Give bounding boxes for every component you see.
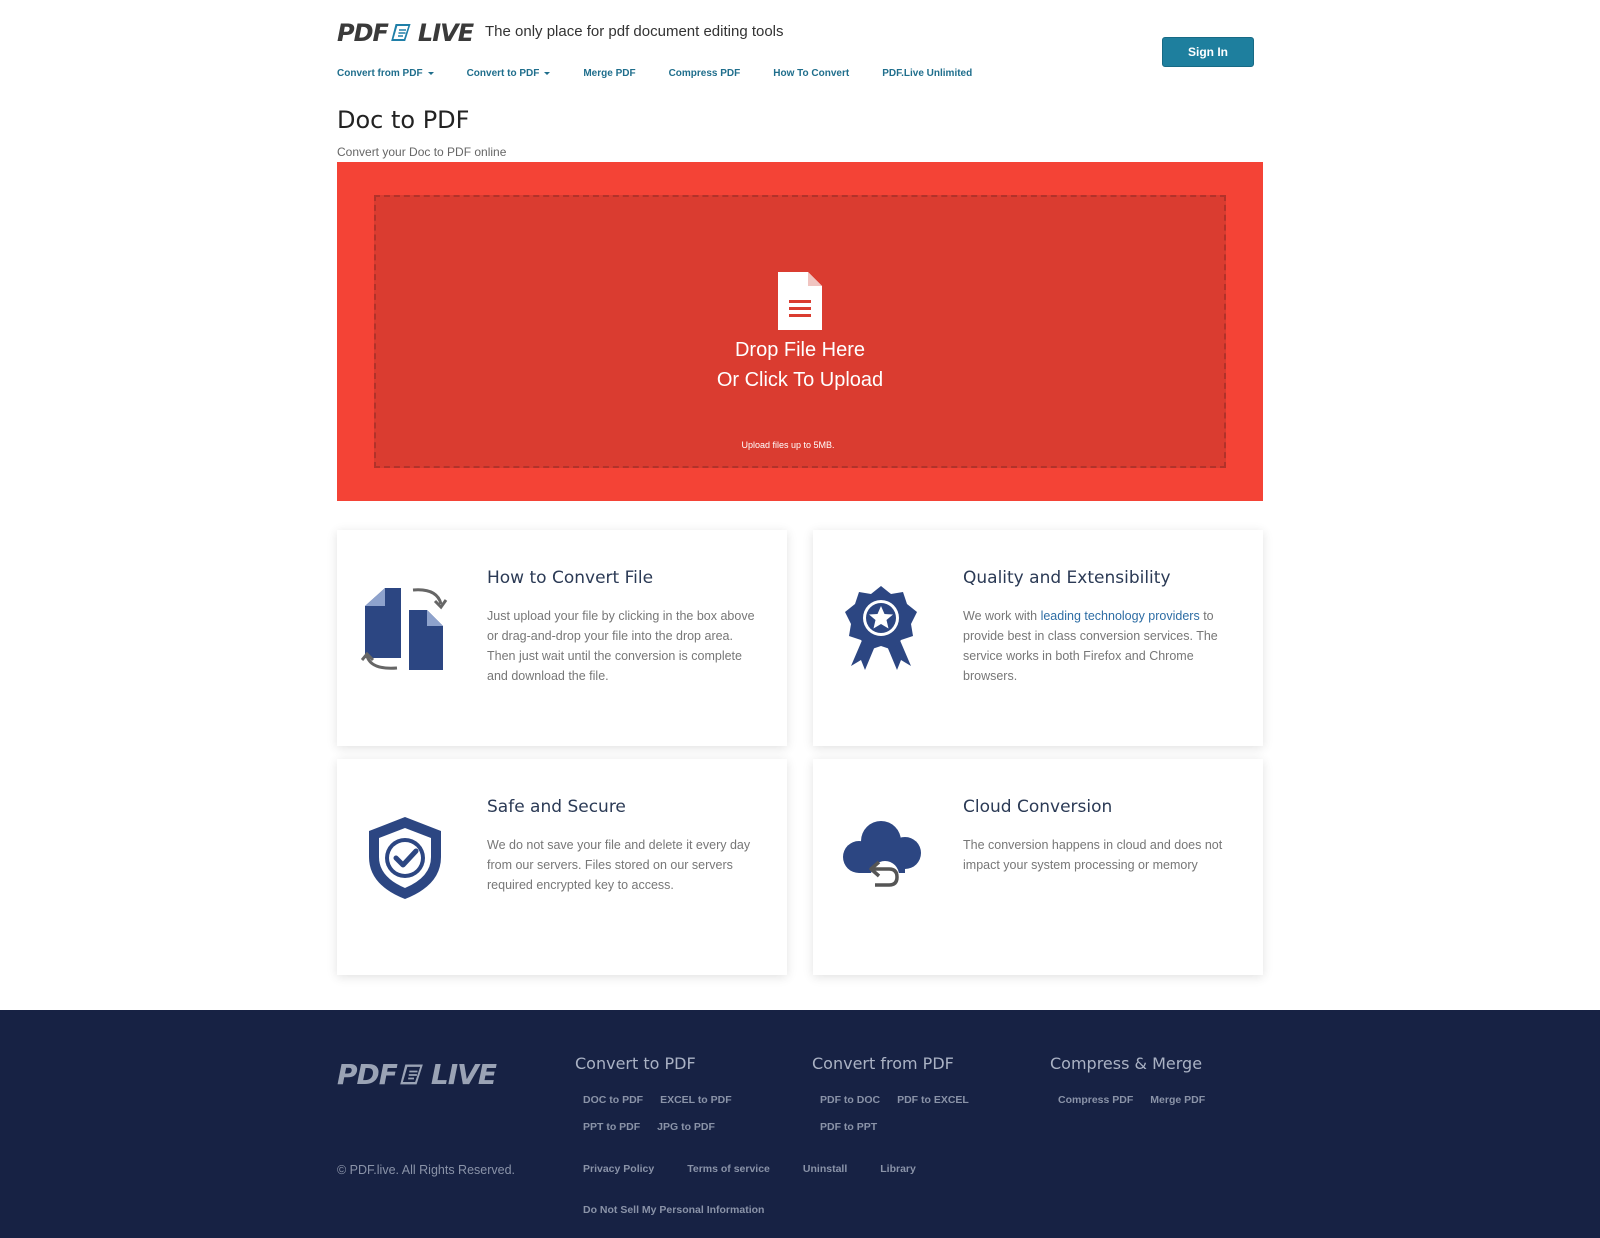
library-link[interactable]: Library xyxy=(880,1163,916,1175)
footer-col-convert-from-pdf: Convert from PDF PDF to DOC PDF to EXCEL… xyxy=(812,1054,1012,1141)
sign-in-button[interactable]: Sign In xyxy=(1162,37,1254,67)
nav-merge-pdf[interactable]: Merge PDF xyxy=(583,68,635,79)
convert-files-icon xyxy=(361,588,448,670)
caret-down-icon xyxy=(427,72,434,75)
card-text: We work with leading technology provider… xyxy=(963,606,1235,686)
nav-label: Compress PDF xyxy=(668,68,741,79)
footer-col-title: Compress & Merge xyxy=(1050,1054,1203,1073)
card-title: Cloud Conversion xyxy=(963,797,1113,817)
feature-card-safe-secure: Safe and Secure We do not save your file… xyxy=(337,759,787,975)
card-text-start: We work with xyxy=(963,609,1041,623)
logo-document-icon xyxy=(400,1064,423,1084)
footer-link-pdf-to-ppt[interactable]: PDF to PPT xyxy=(820,1114,877,1141)
nav-label: Convert from PDF xyxy=(337,68,423,79)
document-icon xyxy=(778,272,822,330)
drop-file-text: Drop File Here xyxy=(734,339,866,361)
page-title: Doc to PDF xyxy=(337,106,470,134)
card-text: Just upload your file by clicking in the… xyxy=(487,609,755,683)
footer-logo[interactable]: PDF LIVE xyxy=(337,1058,497,1091)
footer-link-ppt-to-pdf[interactable]: PPT to PDF xyxy=(583,1114,640,1141)
nav-label: How To Convert xyxy=(773,68,850,79)
feature-card-cloud: Cloud Conversion The conversion happens … xyxy=(813,759,1263,975)
shield-check-icon xyxy=(369,817,441,899)
footer-link-merge-pdf[interactable]: Merge PDF xyxy=(1150,1087,1205,1114)
footer-link-jpg-to-pdf[interactable]: JPG to PDF xyxy=(657,1114,715,1141)
nav-label: Merge PDF xyxy=(583,68,636,79)
logo-text-left: PDF xyxy=(337,19,389,47)
footer-col-convert-to-pdf: Convert to PDF DOC to PDF EXCEL to PDF P… xyxy=(575,1054,775,1141)
page-subtitle: Convert your Doc to PDF online xyxy=(337,145,507,159)
nav-convert-from-pdf[interactable]: Convert from PDF xyxy=(337,68,434,79)
card-text: We do not save your file and delete it e… xyxy=(487,838,751,892)
upload-panel: Drop File Here Or Click To Upload Upload… xyxy=(337,162,1263,501)
logo-text-right: LIVE xyxy=(417,19,474,47)
nav-compress-pdf[interactable]: Compress PDF xyxy=(669,68,741,79)
nav-convert-to-pdf[interactable]: Convert to PDF xyxy=(467,68,551,79)
nav-pdf-live-unlimited[interactable]: PDF.Live Unlimited xyxy=(882,68,972,79)
privacy-policy-link[interactable]: Privacy Policy xyxy=(583,1163,654,1175)
technology-providers-link[interactable]: leading technology providers xyxy=(1041,609,1200,623)
logo-document-icon xyxy=(391,24,411,41)
uninstall-link[interactable]: Uninstall xyxy=(803,1163,847,1175)
footer-link-doc-to-pdf[interactable]: DOC to PDF xyxy=(583,1087,643,1114)
card-title: Safe and Secure xyxy=(487,797,626,817)
upload-limit-text: Upload files up to 5MB. xyxy=(741,440,835,450)
click-upload-text: Or Click To Upload xyxy=(716,369,884,391)
footer-link-pdf-to-excel[interactable]: PDF to EXCEL xyxy=(897,1087,969,1114)
footer-bottom-links: Privacy Policy Terms of service Uninstal… xyxy=(583,1163,949,1175)
footer-link-pdf-to-doc[interactable]: PDF to DOC xyxy=(820,1087,880,1114)
footer-col-compress-merge: Compress & Merge Compress PDF Merge PDF xyxy=(1050,1054,1250,1114)
tagline: The only place for pdf document editing … xyxy=(485,23,784,40)
caret-down-icon xyxy=(544,72,551,75)
footer-link-compress-pdf[interactable]: Compress PDF xyxy=(1058,1087,1133,1114)
footer-col-title: Convert from PDF xyxy=(812,1054,954,1073)
footer-link-excel-to-pdf[interactable]: EXCEL to PDF xyxy=(660,1087,732,1114)
logo-text-right: LIVE xyxy=(430,1058,497,1091)
main-nav: Convert from PDF Convert to PDF Merge PD… xyxy=(337,68,1005,79)
site-header: PDF LIVE The only place for pdf document… xyxy=(0,0,1600,100)
do-not-sell-link[interactable]: Do Not Sell My Personal Information xyxy=(583,1204,764,1216)
card-text: The conversion happens in cloud and does… xyxy=(963,838,1223,872)
feature-card-how-to-convert: How to Convert File Just upload your fil… xyxy=(337,530,787,746)
site-logo[interactable]: PDF LIVE xyxy=(337,19,474,47)
feature-card-quality: Quality and Extensibility We work with l… xyxy=(813,530,1263,746)
award-badge-icon xyxy=(845,586,917,670)
nav-label: Convert to PDF xyxy=(466,68,540,79)
site-footer: PDF LIVE © PDF.live. All Rights Reserved… xyxy=(0,1010,1600,1238)
card-title: Quality and Extensibility xyxy=(963,568,1171,588)
terms-of-service-link[interactable]: Terms of service xyxy=(687,1163,770,1175)
nav-label: PDF.Live Unlimited xyxy=(882,68,973,79)
card-title: How to Convert File xyxy=(487,568,654,588)
footer-col-title: Convert to PDF xyxy=(575,1054,696,1073)
copyright-text: © PDF.live. All Rights Reserved. xyxy=(337,1163,516,1177)
file-dropzone[interactable]: Drop File Here Or Click To Upload Upload… xyxy=(374,195,1226,468)
nav-how-to-convert[interactable]: How To Convert xyxy=(773,68,849,79)
logo-text-left: PDF xyxy=(337,1058,398,1091)
cloud-sync-icon xyxy=(843,821,921,889)
